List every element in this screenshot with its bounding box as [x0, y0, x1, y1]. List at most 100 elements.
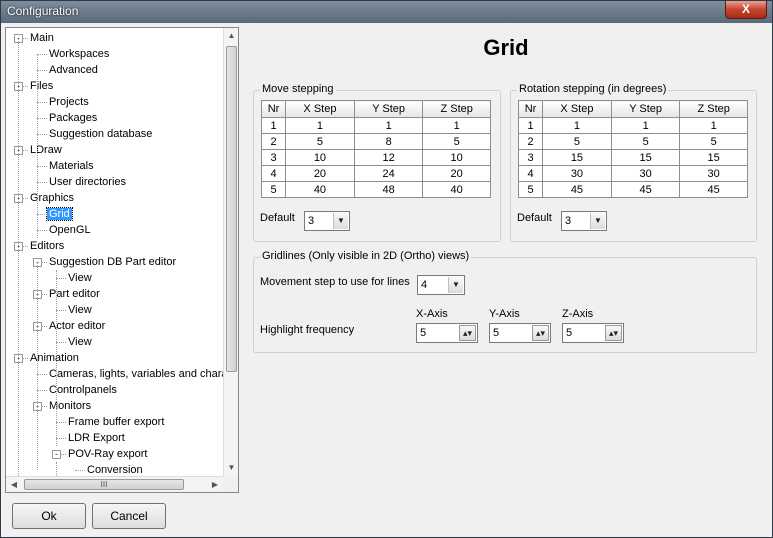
movement-step-select[interactable]: 4 ▼	[417, 275, 465, 295]
table-cell[interactable]: 5	[518, 181, 543, 198]
tree-item[interactable]: Graphics	[28, 190, 76, 206]
table-cell[interactable]: 3	[518, 149, 543, 166]
table-cell[interactable]: 1	[261, 117, 286, 134]
x-axis-spinner[interactable]: 5 ▴▾	[416, 323, 478, 343]
spin-arrows-icon[interactable]: ▴▾	[459, 325, 476, 341]
title-bar[interactable]: Configuration X	[1, 1, 772, 23]
table-cell[interactable]: 15	[610, 149, 681, 166]
tree-item[interactable]: POV-Ray export	[66, 446, 149, 462]
table-row[interactable]: 5 45 45 45	[518, 181, 748, 198]
table-cell[interactable]: 5	[610, 133, 681, 150]
tree-item[interactable]: View	[66, 334, 94, 350]
spin-arrows-icon[interactable]: ▴▾	[532, 325, 549, 341]
table-row[interactable]: 5 40 48 40	[261, 181, 491, 198]
column-header[interactable]: X Step	[285, 100, 355, 118]
column-header[interactable]: X Step	[542, 100, 612, 118]
table-cell[interactable]: 24	[353, 165, 424, 182]
tree-item[interactable]: View	[66, 270, 94, 286]
tree-item[interactable]: OpenGL	[47, 222, 93, 238]
tree-item[interactable]: Frame buffer export	[66, 414, 166, 430]
table-cell[interactable]: 5	[285, 133, 355, 150]
table-cell[interactable]: 2	[261, 133, 286, 150]
column-header[interactable]: Z Step	[679, 100, 748, 118]
table-cell[interactable]: 5	[542, 133, 612, 150]
table-cell[interactable]: 1	[610, 117, 681, 134]
tree-item[interactable]: Suggestion DB Part editor	[47, 254, 178, 270]
table-cell[interactable]: 40	[422, 181, 491, 198]
table-row[interactable]: 3 15 15 15	[518, 149, 748, 166]
vertical-scroll-thumb[interactable]	[226, 46, 237, 372]
y-axis-spinner[interactable]: 5 ▴▾	[489, 323, 551, 343]
column-header[interactable]: Nr	[518, 100, 543, 118]
table-cell[interactable]: 1	[542, 117, 612, 134]
table-cell[interactable]: 1	[679, 117, 748, 134]
table-row[interactable]: 2585	[261, 133, 491, 150]
table-cell[interactable]: 15	[679, 149, 748, 166]
tree-item[interactable]: Cameras, lights, variables and chara	[47, 366, 223, 382]
scroll-left-arrow-icon[interactable]: ◀	[6, 477, 22, 493]
table-row[interactable]: 4 30 30 30	[518, 165, 748, 182]
table-cell[interactable]: 10	[422, 149, 491, 166]
tree-item[interactable]: LDraw	[28, 142, 64, 158]
tree-item[interactable]: User directories	[47, 174, 128, 190]
table-cell[interactable]: 12	[353, 149, 424, 166]
table-row[interactable]: 3 10 12 10	[261, 149, 491, 166]
tree-item[interactable]: Animation	[28, 350, 81, 366]
move-default-select[interactable]: 3 ▼	[304, 211, 350, 231]
tree-item[interactable]: Monitors	[47, 398, 93, 414]
table-cell[interactable]: 4	[261, 165, 286, 182]
close-button[interactable]: X	[725, 1, 767, 19]
table-cell[interactable]: 45	[679, 181, 748, 198]
collapse-icon[interactable]: -	[52, 450, 61, 459]
table-cell[interactable]: 30	[610, 165, 681, 182]
tree-item[interactable]: Materials	[47, 158, 96, 174]
column-header[interactable]: Y Step	[353, 100, 424, 118]
z-axis-spinner[interactable]: 5 ▴▾	[562, 323, 624, 343]
tree-item[interactable]: Grid	[46, 206, 73, 222]
table-cell[interactable]: 5	[679, 133, 748, 150]
cancel-button[interactable]: Cancel	[92, 503, 166, 529]
table-row[interactable]: 4 20 24 20	[261, 165, 491, 182]
table-cell[interactable]: 5	[422, 133, 491, 150]
table-cell[interactable]: 5	[261, 181, 286, 198]
chevron-down-icon[interactable]: ▼	[448, 277, 463, 293]
tree-item[interactable]: Suggestion database	[47, 126, 154, 142]
tree-item[interactable]: Projects	[47, 94, 91, 110]
chevron-down-icon[interactable]: ▼	[590, 213, 605, 229]
table-cell[interactable]: 1	[422, 117, 491, 134]
table-cell[interactable]: 48	[353, 181, 424, 198]
scroll-right-arrow-icon[interactable]: ▶	[207, 477, 223, 493]
tree-item[interactable]: Controlpanels	[47, 382, 119, 398]
table-cell[interactable]: 15	[542, 149, 612, 166]
column-header[interactable]: Nr	[261, 100, 286, 118]
horizontal-scroll-thumb[interactable]: III	[24, 479, 184, 490]
spin-arrows-icon[interactable]: ▴▾	[605, 325, 622, 341]
tree-item[interactable]: Conversion	[85, 462, 145, 476]
table-cell[interactable]: 1	[518, 117, 543, 134]
table-row[interactable]: 2555	[518, 133, 748, 150]
table-row[interactable]: 1111	[261, 117, 491, 134]
tree-item[interactable]: Packages	[47, 110, 99, 126]
table-cell[interactable]: 30	[679, 165, 748, 182]
table-cell[interactable]: 30	[542, 165, 612, 182]
table-cell[interactable]: 20	[285, 165, 355, 182]
tree-item[interactable]: Main	[28, 30, 56, 46]
table-cell[interactable]: 8	[353, 133, 424, 150]
table-cell[interactable]: 10	[285, 149, 355, 166]
tree-horizontal-scrollbar[interactable]: ◀ III ▶	[6, 476, 223, 492]
tree-item[interactable]: Files	[28, 78, 55, 94]
ok-button[interactable]: Ok	[12, 503, 86, 529]
tree-item[interactable]: Advanced	[47, 62, 100, 78]
tree-item[interactable]: Workspaces	[47, 46, 111, 62]
rotation-default-select[interactable]: 3 ▼	[561, 211, 607, 231]
tree-item[interactable]: View	[66, 302, 94, 318]
chevron-down-icon[interactable]: ▼	[333, 213, 348, 229]
column-header[interactable]: Z Step	[422, 100, 491, 118]
table-cell[interactable]: 1	[285, 117, 355, 134]
table-cell[interactable]: 1	[353, 117, 424, 134]
tree-item[interactable]: LDR Export	[66, 430, 127, 446]
table-cell[interactable]: 2	[518, 133, 543, 150]
tree-item[interactable]: Editors	[28, 238, 66, 254]
table-cell[interactable]: 3	[261, 149, 286, 166]
column-header[interactable]: Y Step	[610, 100, 681, 118]
